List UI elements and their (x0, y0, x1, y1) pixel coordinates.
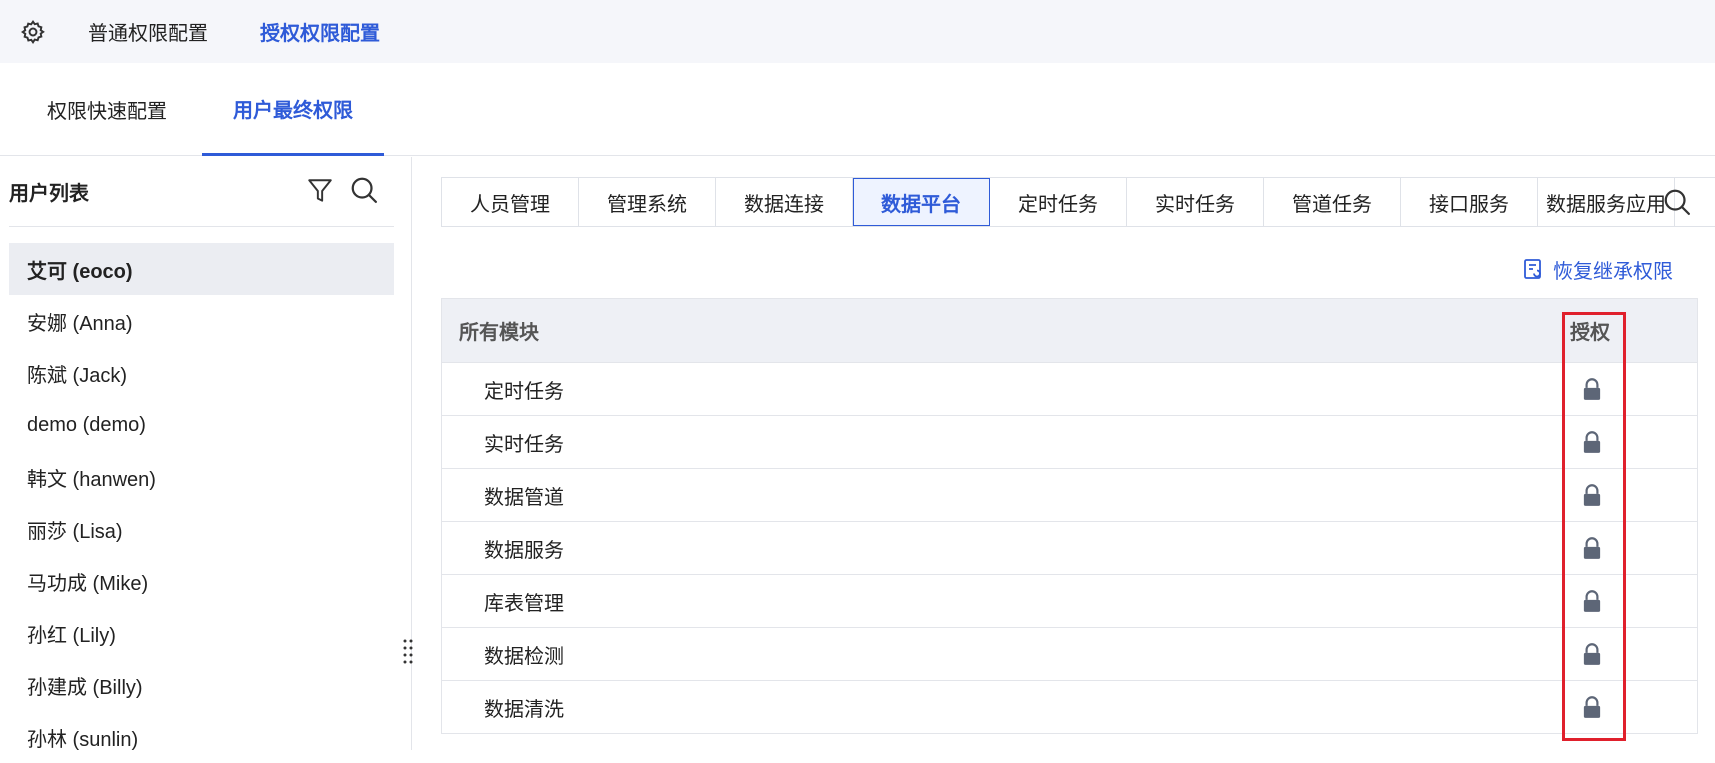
table-row: 数据检测 (442, 628, 1697, 681)
user-panel: 用户列表 艾可 (eoco) 安娜 (Anna) 陈斌 (Jack) demo … (0, 157, 412, 751)
tab-data-platform[interactable]: 数据平台 (853, 178, 990, 226)
module-name: 数据清洗 (484, 698, 564, 721)
top-tab-authorization-permissions[interactable]: 授权权限配置 (260, 17, 380, 46)
user-panel-title: 用户列表 (9, 183, 89, 205)
lock-icon[interactable] (1579, 376, 1605, 402)
list-item[interactable]: demo (demo) (9, 399, 394, 451)
table-row: 库表管理 (442, 575, 1697, 628)
list-item[interactable]: 孙建成 (Billy) (9, 659, 394, 711)
list-item[interactable]: 安娜 (Anna) (9, 295, 394, 347)
tab-user-final-permissions[interactable]: 用户最终权限 (202, 63, 384, 156)
list-item[interactable]: 陈斌 (Jack) (9, 347, 394, 399)
lock-icon[interactable] (1579, 588, 1605, 614)
search-icon[interactable] (349, 175, 379, 205)
lock-icon[interactable] (1579, 641, 1605, 667)
module-name: 数据管道 (484, 486, 564, 509)
table-row: 实时任务 (442, 416, 1697, 469)
restore-label: 恢复继承权限 (1553, 260, 1673, 283)
lock-icon[interactable] (1579, 694, 1605, 720)
permission-table: 所有模块 授权 定时任务 实时任务 数据管道 数据服务 库表管理 数据检测 数据 (441, 298, 1698, 734)
tab-api-services[interactable]: 接口服务 (1401, 178, 1538, 226)
resize-handle-icon[interactable] (402, 637, 414, 667)
list-item[interactable]: 孙林 (sunlin) (9, 711, 394, 763)
tab-data-service-apps[interactable]: 数据服务应用 (1538, 178, 1675, 226)
search-icon[interactable] (1662, 187, 1692, 217)
top-tab-normal-permissions[interactable]: 普通权限配置 (88, 17, 208, 46)
restore-inherited-permissions-button[interactable]: 恢复继承权限 (1521, 254, 1673, 284)
module-name: 数据服务 (484, 539, 564, 562)
filter-icon[interactable] (307, 177, 333, 205)
tab-pipeline-tasks[interactable]: 管道任务 (1264, 178, 1401, 226)
module-name: 数据检测 (484, 645, 564, 668)
lock-icon[interactable] (1579, 482, 1605, 508)
list-item[interactable]: 孙红 (Lily) (9, 607, 394, 659)
column-header-authorization: 授权 (1570, 322, 1610, 344)
lock-icon[interactable] (1579, 429, 1605, 455)
module-name: 库表管理 (484, 592, 564, 615)
list-item[interactable]: 马功成 (Mike) (9, 555, 394, 607)
tab-quick-config[interactable]: 权限快速配置 (47, 63, 167, 156)
module-name: 实时任务 (484, 433, 564, 456)
top-nav-bar: 普通权限配置 授权权限配置 (0, 0, 1715, 63)
tab-management-system[interactable]: 管理系统 (579, 178, 716, 226)
restore-icon (1521, 257, 1545, 281)
table-row: 数据服务 (442, 522, 1697, 575)
user-list: 艾可 (eoco) 安娜 (Anna) 陈斌 (Jack) demo (demo… (9, 243, 394, 763)
user-panel-header: 用户列表 (9, 157, 394, 227)
tab-scheduled-tasks[interactable]: 定时任务 (990, 178, 1127, 226)
list-item[interactable]: 韩文 (hanwen) (9, 451, 394, 503)
list-item[interactable]: 艾可 (eoco) (9, 243, 394, 295)
list-item[interactable]: 丽莎 (Lisa) (9, 503, 394, 555)
table-header: 所有模块 授权 (442, 299, 1697, 363)
table-row: 数据清洗 (442, 681, 1697, 734)
module-name: 定时任务 (484, 380, 564, 403)
tab-realtime-tasks[interactable]: 实时任务 (1127, 178, 1264, 226)
column-header-modules: 所有模块 (459, 322, 539, 344)
permission-panel: 人员管理 管理系统 数据连接 数据平台 定时任务 实时任务 管道任务 接口服务 … (441, 177, 1715, 750)
lock-icon[interactable] (1579, 535, 1605, 561)
module-tab-bar: 人员管理 管理系统 数据连接 数据平台 定时任务 实时任务 管道任务 接口服务 … (441, 177, 1715, 227)
sub-tab-bar: 权限快速配置 用户最终权限 (0, 63, 1715, 156)
table-row: 定时任务 (442, 363, 1697, 416)
gear-icon[interactable] (16, 15, 50, 49)
tab-data-connection[interactable]: 数据连接 (716, 178, 853, 226)
table-row: 数据管道 (442, 469, 1697, 522)
tab-personnel-management[interactable]: 人员管理 (442, 178, 579, 226)
